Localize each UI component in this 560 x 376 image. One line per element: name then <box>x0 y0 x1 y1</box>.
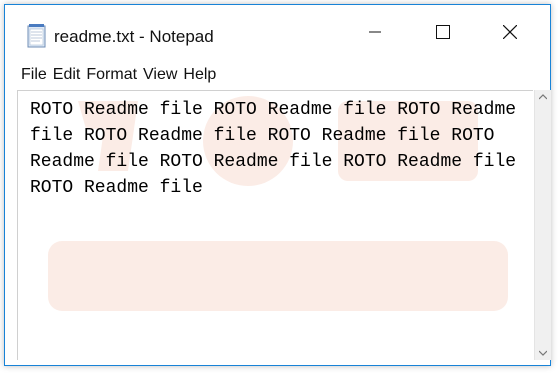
menu-format[interactable]: Format <box>83 64 140 86</box>
vertical-scrollbar[interactable] <box>534 90 551 360</box>
minimize-icon <box>369 31 381 33</box>
close-button[interactable] <box>487 5 533 59</box>
maximize-button[interactable] <box>420 5 466 59</box>
menu-edit[interactable]: Edit <box>50 64 84 86</box>
text-editor-area[interactable]: ROTO Readme file ROTO Readme file ROTO R… <box>17 90 533 360</box>
menu-file[interactable]: File <box>18 64 50 86</box>
notepad-window: readme.txt - Notepad File Edit Format Vi… <box>4 4 551 366</box>
scroll-down-arrow-icon[interactable] <box>539 350 547 356</box>
close-icon <box>503 25 517 39</box>
title-bar[interactable]: readme.txt - Notepad <box>5 5 550 59</box>
menu-view[interactable]: View <box>140 64 180 86</box>
menu-help[interactable]: Help <box>180 64 219 86</box>
maximize-icon <box>436 25 450 39</box>
minimize-button[interactable] <box>352 5 398 59</box>
scroll-up-arrow-icon[interactable] <box>539 94 547 100</box>
notepad-icon <box>27 24 46 48</box>
menu-bar: File Edit Format View Help <box>5 63 550 87</box>
window-title: readme.txt - Notepad <box>54 27 214 46</box>
document-text: ROTO Readme file ROTO Readme file ROTO R… <box>30 100 527 198</box>
